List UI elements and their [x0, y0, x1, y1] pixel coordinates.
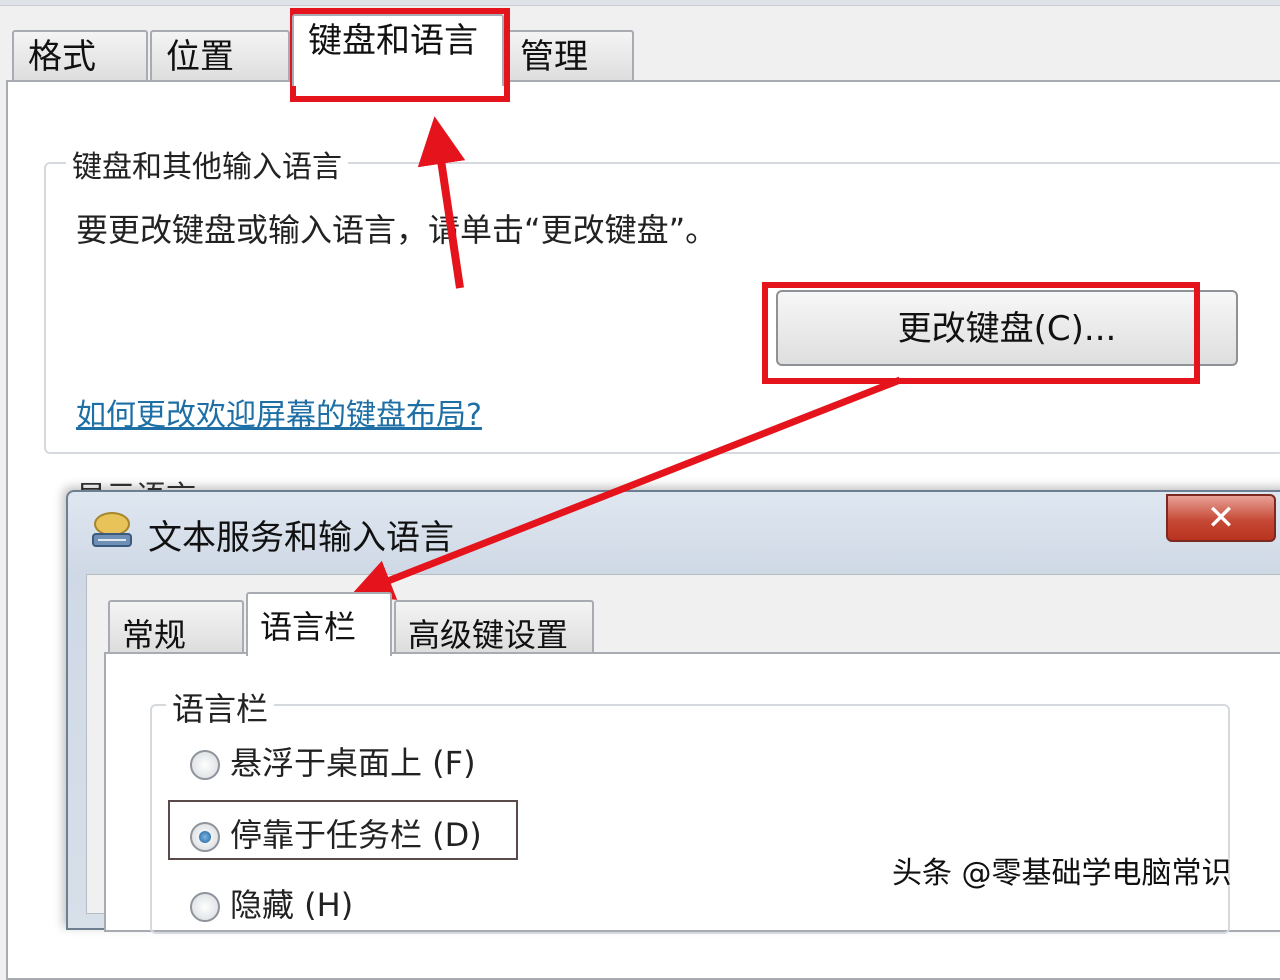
arrow-to-language-bar-tab	[350, 376, 902, 600]
tab-keyboard-language[interactable]: 键盘和语言	[292, 14, 504, 86]
tab-language-bar[interactable]: 语言栏	[246, 592, 392, 656]
watermark: 头条 @零基础学电脑常识	[892, 856, 1232, 891]
annotation-arrows	[350, 116, 902, 600]
arrow-to-tab	[417, 116, 466, 289]
